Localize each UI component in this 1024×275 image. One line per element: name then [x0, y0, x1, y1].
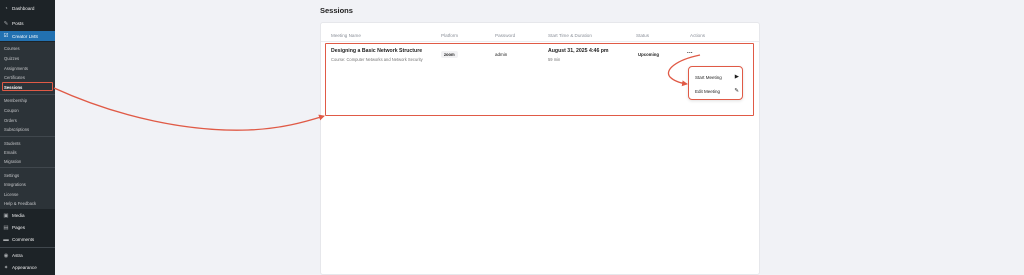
sidebar-item-pages[interactable]: ▤ Pages	[0, 223, 55, 232]
start-meeting-menu-item[interactable]: Start Meeting ▶	[695, 72, 739, 82]
sidebar-item-coupon[interactable]: Coupon	[0, 106, 55, 114]
sidebar-item-astra[interactable]: ◉ Astra	[0, 251, 55, 260]
edit-meeting-menu-item[interactable]: Edit Meeting ✎	[695, 86, 739, 96]
sidebar-item-dashboard[interactable]: ◔ Dashboard	[0, 4, 55, 13]
sidebar-item-help-feedback[interactable]: Help & Feedback	[0, 199, 55, 207]
sidebar-item-label: Media	[12, 213, 25, 218]
admin-sidebar: ◔ Dashboard ✎ Posts ☑ Creator LMS Course…	[0, 0, 55, 275]
arrow-to-row	[53, 87, 325, 131]
sidebar-divider	[0, 94, 55, 95]
sidebar-item-label: Pages	[12, 225, 26, 230]
sidebar-item-courses[interactable]: Courses	[0, 44, 55, 52]
column-header-password: Password	[495, 33, 516, 38]
column-header-status: Status	[636, 33, 650, 38]
creator-lms-icon: ☑	[3, 33, 9, 39]
actions-dropdown-menu: Start Meeting ▶ Edit Meeting ✎	[688, 66, 743, 100]
column-header-meeting-name: Meeting Name	[331, 33, 361, 38]
sidebar-item-membership[interactable]: Membership	[0, 96, 55, 104]
comments-icon: ▬	[3, 236, 9, 243]
sidebar-item-comments[interactable]: ▬ Comments	[0, 235, 55, 244]
sidebar-item-label: Astra	[12, 253, 23, 258]
sidebar-item-assignments[interactable]: Assignments	[0, 64, 55, 72]
start-meeting-label: Start Meeting	[695, 74, 722, 80]
column-header-start-time: Start Time & Duration	[548, 33, 592, 38]
sidebar-divider	[0, 136, 55, 137]
play-icon: ▶	[734, 74, 739, 80]
sidebar-item-posts[interactable]: ✎ Posts	[0, 19, 55, 28]
dashboard-icon: ◔	[4, 5, 8, 12]
table-header-divider	[321, 41, 759, 42]
sidebar-item-integrations[interactable]: Integrations	[0, 180, 55, 188]
column-header-platform: Platform	[441, 33, 459, 38]
astra-icon: ◉	[3, 252, 9, 259]
edit-meeting-label: Edit Meeting	[695, 88, 721, 94]
sidebar-item-label: Appearance	[12, 265, 37, 270]
sidebar-item-students[interactable]: Students	[0, 139, 55, 147]
media-icon: ▣	[3, 212, 9, 219]
sidebar-item-label: Dashboard	[12, 6, 35, 11]
sidebar-item-creator-lms[interactable]: ☑ Creator LMS	[0, 31, 55, 41]
sidebar-item-label: Posts	[12, 21, 24, 26]
sidebar-item-media[interactable]: ▣ Media	[0, 211, 55, 220]
sidebar-item-emails[interactable]: Emails	[0, 148, 55, 156]
column-header-actions: Actions	[690, 33, 706, 38]
pencil-icon: ✎	[734, 88, 739, 94]
sidebar-item-settings[interactable]: Settings	[0, 171, 55, 179]
sidebar-item-subscriptions[interactable]: Subscriptions	[0, 125, 55, 133]
pin-icon: ✎	[3, 20, 9, 27]
sidebar-item-appearance[interactable]: ✦ Appearance	[0, 263, 55, 272]
sidebar-item-label: Comments	[12, 237, 35, 242]
sidebar-item-label: Creator LMS	[12, 33, 39, 39]
sidebar-divider	[0, 247, 55, 248]
sessions-highlight-box	[2, 82, 53, 91]
sidebar-divider	[0, 167, 55, 168]
sidebar-item-orders[interactable]: Orders	[0, 116, 55, 124]
sidebar-item-certificates[interactable]: Certificates	[0, 73, 55, 81]
pages-icon: ▤	[3, 224, 9, 231]
sidebar-item-migration[interactable]: Migration	[0, 157, 55, 165]
sidebar-item-quizzes[interactable]: Quizzes	[0, 54, 55, 62]
appearance-icon: ✦	[3, 264, 9, 271]
sidebar-item-license[interactable]: License	[0, 190, 55, 198]
page-title: Sessions	[320, 6, 353, 15]
